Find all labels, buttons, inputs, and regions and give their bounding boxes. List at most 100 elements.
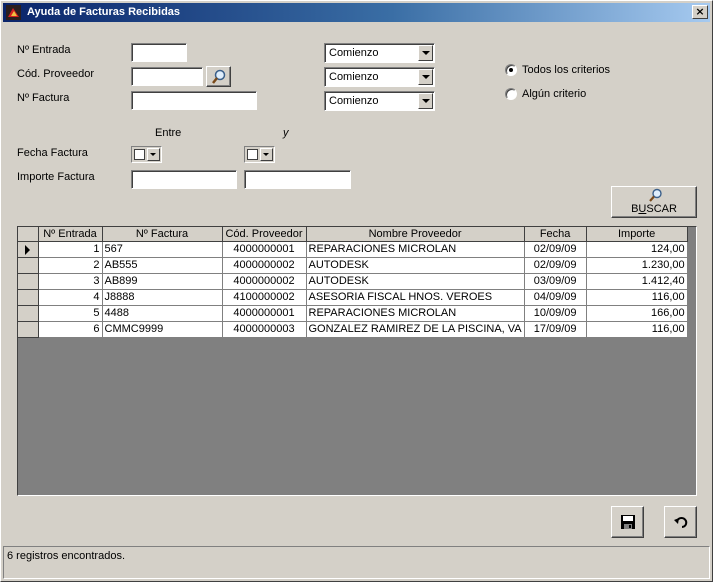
entrada-match-value: Comienzo (329, 47, 379, 59)
cell-nombre[interactable]: REPARACIONES MICROLAN (306, 305, 525, 322)
magnifier-icon (211, 69, 227, 88)
column-header-fecha[interactable]: Fecha (524, 227, 587, 242)
row-indicator[interactable] (18, 241, 39, 258)
cell-importe[interactable]: 1.412,40 (586, 273, 688, 290)
chevron-down-icon[interactable] (147, 148, 160, 161)
cell-fecha[interactable]: 02/09/09 (524, 257, 587, 274)
criteria-any-label: Algún criterio (522, 88, 587, 100)
cell-importe[interactable]: 166,00 (586, 305, 688, 322)
cell-entrada[interactable]: 2 (38, 257, 103, 274)
table-row[interactable]: 4 J8888 4100000002 ASESORIA FISCAL HNOS.… (18, 289, 688, 306)
cell-importe[interactable]: 116,00 (586, 321, 688, 338)
fecha-label: Fecha Factura (17, 147, 88, 159)
cell-factura[interactable]: AB899 (102, 273, 223, 290)
cell-fecha[interactable]: 03/09/09 (524, 273, 587, 290)
column-header-importe[interactable]: Importe (586, 227, 688, 242)
current-row-pointer-icon (25, 244, 30, 255)
column-header-entrada[interactable]: Nº Entrada (38, 227, 103, 242)
importe-label: Importe Factura (17, 171, 95, 183)
table-header-row: Nº Entrada Nº Factura Cód. Proveedor Nom… (18, 227, 688, 242)
cell-factura[interactable]: AB555 (102, 257, 223, 274)
close-button[interactable]: × (692, 5, 708, 19)
table-row[interactable]: 2 AB555 4000000002 AUTODESK 02/09/09 1.2… (18, 257, 688, 274)
entrada-input[interactable] (131, 43, 187, 62)
entrada-match-select[interactable]: Comienzo (324, 43, 435, 63)
cell-factura[interactable]: 4488 (102, 305, 223, 322)
cell-factura[interactable]: CMMC9999 (102, 321, 223, 338)
table-row[interactable]: 5 4488 4000000001 REPARACIONES MICROLAN … (18, 305, 688, 322)
cell-proveedor[interactable]: 4000000003 (222, 321, 307, 338)
cell-factura[interactable]: J8888 (102, 289, 223, 306)
cell-fecha[interactable]: 02/09/09 (524, 241, 587, 258)
cell-entrada[interactable]: 6 (38, 321, 103, 338)
results-table: Nº Entrada Nº Factura Cód. Proveedor Nom… (18, 227, 688, 338)
column-header-proveedor[interactable]: Cód. Proveedor (222, 227, 307, 242)
chevron-down-icon[interactable] (418, 93, 433, 109)
chevron-down-icon[interactable] (418, 45, 433, 61)
cell-importe[interactable]: 124,00 (586, 241, 688, 258)
app-icon (6, 5, 21, 20)
cell-factura[interactable]: 567 (102, 241, 223, 258)
factura-match-value: Comienzo (329, 95, 379, 107)
title-bar[interactable]: Ayuda de Facturas Recibidas × (3, 3, 710, 22)
undo-button[interactable] (664, 506, 697, 538)
cell-proveedor[interactable]: 4000000001 (222, 305, 307, 322)
cell-proveedor[interactable]: 4100000002 (222, 289, 307, 306)
cell-fecha[interactable]: 04/09/09 (524, 289, 587, 306)
factura-input[interactable] (131, 91, 257, 110)
fecha-from-checkbox[interactable] (134, 149, 145, 160)
cell-proveedor[interactable]: 4000000001 (222, 241, 307, 258)
table-row[interactable]: 3 AB899 4000000002 AUTODESK 03/09/09 1.4… (18, 273, 688, 290)
search-button[interactable]: BUSCAR (611, 186, 697, 218)
table-row[interactable]: 6 CMMC9999 4000000003 GONZALEZ RAMIREZ D… (18, 321, 688, 338)
cell-entrada[interactable]: 1 (38, 241, 103, 258)
cell-proveedor[interactable]: 4000000002 (222, 273, 307, 290)
status-bar: 6 registros encontrados. (3, 546, 710, 579)
chevron-down-icon[interactable] (418, 69, 433, 85)
entrada-label: Nº Entrada (17, 44, 71, 56)
fecha-from-picker[interactable] (131, 146, 162, 163)
column-header-nombre[interactable]: Nombre Proveedor (306, 227, 525, 242)
cell-nombre[interactable]: GONZALEZ RAMIREZ DE LA PISCINA, VA (306, 321, 525, 338)
cell-importe[interactable]: 1.230,00 (586, 257, 688, 274)
fecha-to-picker[interactable] (244, 146, 275, 163)
close-icon: × (695, 5, 705, 18)
cell-entrada[interactable]: 3 (38, 273, 103, 290)
table-row[interactable]: 1 567 4000000001 REPARACIONES MICROLAN 0… (18, 241, 688, 258)
proveedor-lookup-button[interactable] (206, 66, 231, 87)
row-indicator[interactable] (18, 305, 39, 322)
radio-selected-dot (509, 68, 513, 72)
cell-nombre[interactable]: REPARACIONES MICROLAN (306, 241, 525, 258)
row-indicator[interactable] (18, 289, 39, 306)
criteria-all-label: Todos los criterios (522, 64, 611, 76)
window-title: Ayuda de Facturas Recibidas (27, 6, 181, 18)
criteria-radio-any[interactable] (505, 88, 517, 100)
row-indicator[interactable] (18, 273, 39, 290)
row-indicator-header (18, 227, 39, 242)
save-button[interactable] (611, 506, 644, 538)
cell-fecha[interactable]: 17/09/09 (524, 321, 587, 338)
importe-to-input[interactable] (244, 170, 351, 189)
cell-importe[interactable]: 116,00 (586, 289, 688, 306)
cell-nombre[interactable]: AUTODESK (306, 257, 525, 274)
proveedor-match-select[interactable]: Comienzo (324, 67, 435, 87)
cell-nombre[interactable]: ASESORIA FISCAL HNOS. VEROES (306, 289, 525, 306)
cell-fecha[interactable]: 10/09/09 (524, 305, 587, 322)
chevron-down-icon[interactable] (260, 148, 273, 161)
criteria-radio-all[interactable] (505, 64, 517, 76)
cell-nombre[interactable]: AUTODESK (306, 273, 525, 290)
row-indicator[interactable] (18, 257, 39, 274)
cell-entrada[interactable]: 4 (38, 289, 103, 306)
column-header-factura[interactable]: Nº Factura (102, 227, 223, 242)
proveedor-input[interactable] (131, 67, 203, 86)
search-button-label: BUSCAR (631, 203, 677, 215)
dialog-window: Ayuda de Facturas Recibidas × Nº Entrada… (0, 0, 713, 582)
fecha-to-checkbox[interactable] (247, 149, 258, 160)
cell-entrada[interactable]: 5 (38, 305, 103, 322)
cell-proveedor[interactable]: 4000000002 (222, 257, 307, 274)
results-grid[interactable]: Nº Entrada Nº Factura Cód. Proveedor Nom… (17, 226, 697, 496)
importe-from-input[interactable] (131, 170, 237, 189)
row-indicator[interactable] (18, 321, 39, 338)
undo-arrow-icon (673, 515, 689, 532)
factura-match-select[interactable]: Comienzo (324, 91, 435, 111)
